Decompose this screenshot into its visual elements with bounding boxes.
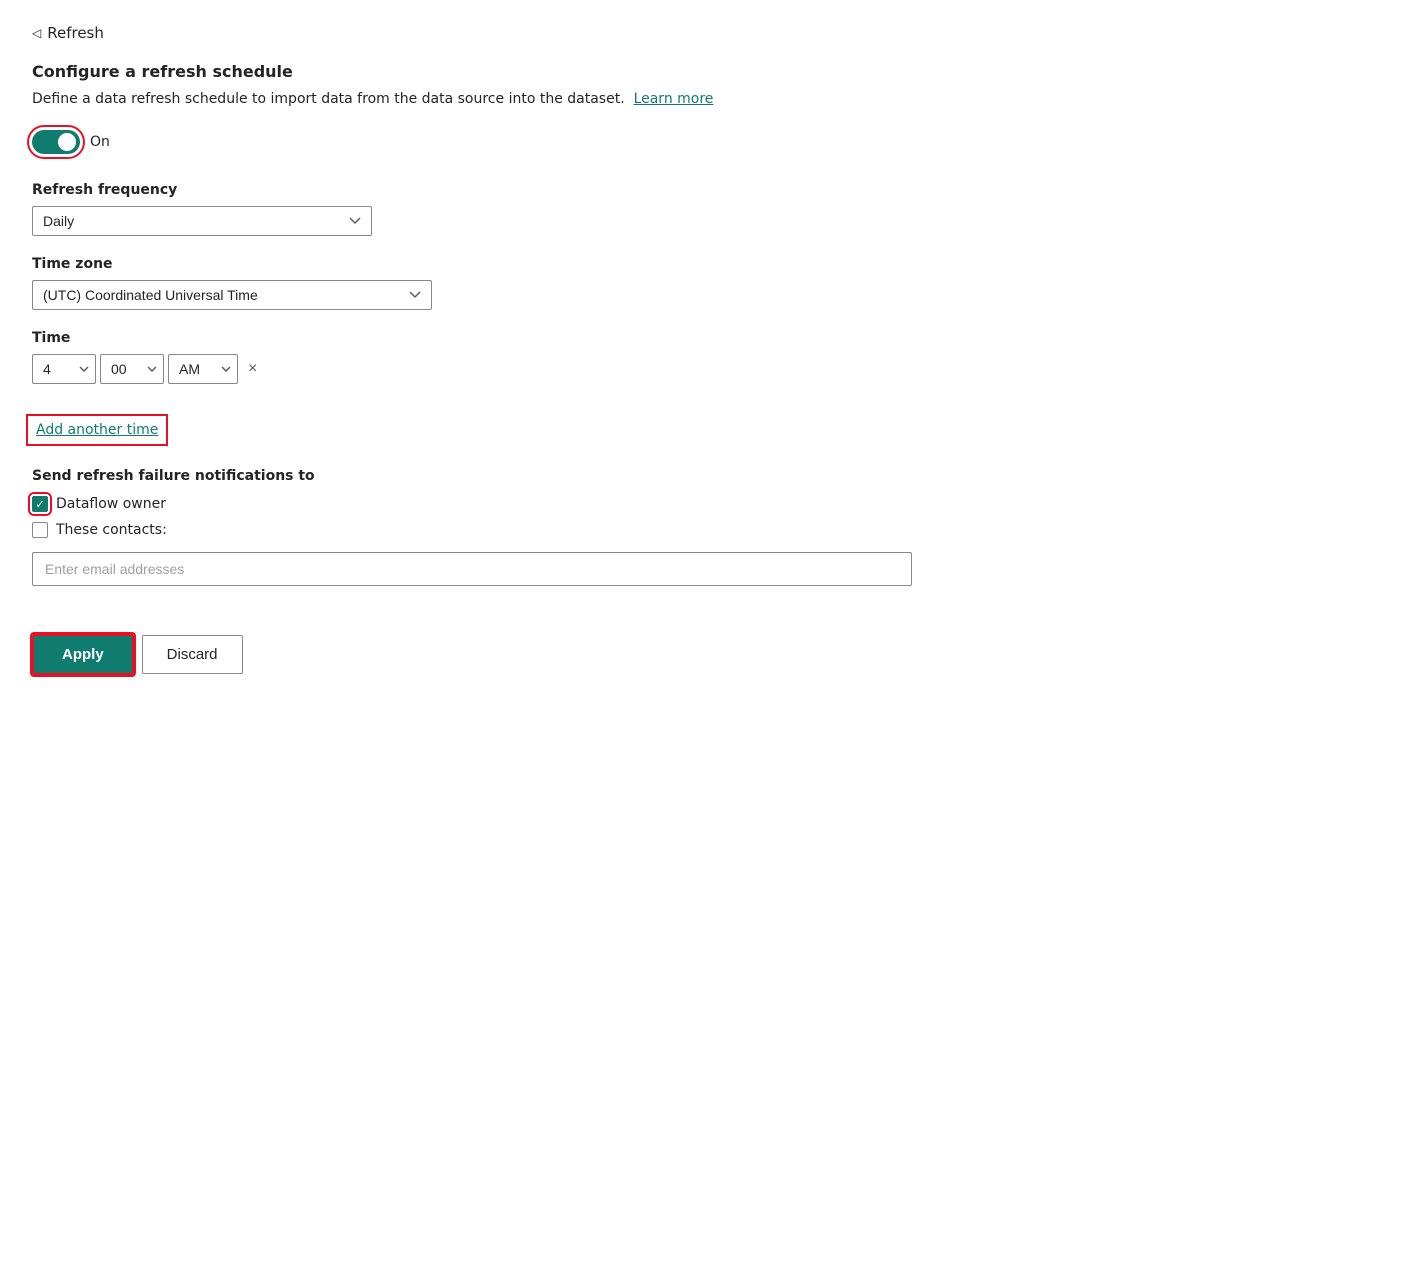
discard-button[interactable]: Discard <box>142 635 243 674</box>
refresh-frequency-label: Refresh frequency <box>32 182 1371 198</box>
section-title: Configure a refresh schedule <box>32 62 1371 81</box>
time-zone-select[interactable]: (UTC) Coordinated Universal Time (UTC-05… <box>32 280 432 310</box>
these-contacts-row: These contacts: <box>32 522 1371 538</box>
refresh-frequency-select[interactable]: Daily Weekly <box>32 206 372 236</box>
toggle-container[interactable] <box>32 130 80 154</box>
refresh-toggle[interactable] <box>32 130 80 154</box>
add-another-time-link[interactable]: Add another time <box>32 420 162 440</box>
these-contacts-label: These contacts: <box>56 522 167 538</box>
toggle-row: On <box>32 130 1371 154</box>
notifications-group: Send refresh failure notifications to Da… <box>32 468 1371 614</box>
learn-more-link[interactable]: Learn more <box>634 91 714 107</box>
time-zone-label: Time zone <box>32 256 1371 272</box>
dataflow-owner-checkbox[interactable] <box>32 496 48 512</box>
description: Define a data refresh schedule to import… <box>32 89 1371 110</box>
time-zone-group: Time zone (UTC) Coordinated Universal Ti… <box>32 256 1371 310</box>
time-row: 123 4 5678 9101112 00153045 AMPM × <box>32 354 1371 384</box>
toggle-label: On <box>90 134 110 150</box>
time-hour-select[interactable]: 123 4 5678 9101112 <box>32 354 96 384</box>
remove-time-button[interactable]: × <box>242 358 263 380</box>
action-buttons: Apply Discard <box>32 634 1371 675</box>
email-input[interactable] <box>32 552 912 586</box>
time-minute-select[interactable]: 00153045 <box>100 354 164 384</box>
notifications-label: Send refresh failure notifications to <box>32 468 1371 484</box>
time-label: Time <box>32 330 1371 346</box>
dataflow-owner-label: Dataflow owner <box>56 496 166 512</box>
page-title: Refresh <box>47 24 104 42</box>
refresh-frequency-group: Refresh frequency Daily Weekly <box>32 182 1371 236</box>
dataflow-owner-row: Dataflow owner <box>32 496 1371 512</box>
apply-button[interactable]: Apply <box>32 634 134 675</box>
these-contacts-checkbox[interactable] <box>32 522 48 538</box>
time-ampm-select[interactable]: AMPM <box>168 354 238 384</box>
collapse-icon[interactable]: ◁ <box>32 26 41 40</box>
page-header: ◁ Refresh <box>32 24 1371 42</box>
time-group: Time 123 4 5678 9101112 00153045 AMPM × <box>32 330 1371 384</box>
